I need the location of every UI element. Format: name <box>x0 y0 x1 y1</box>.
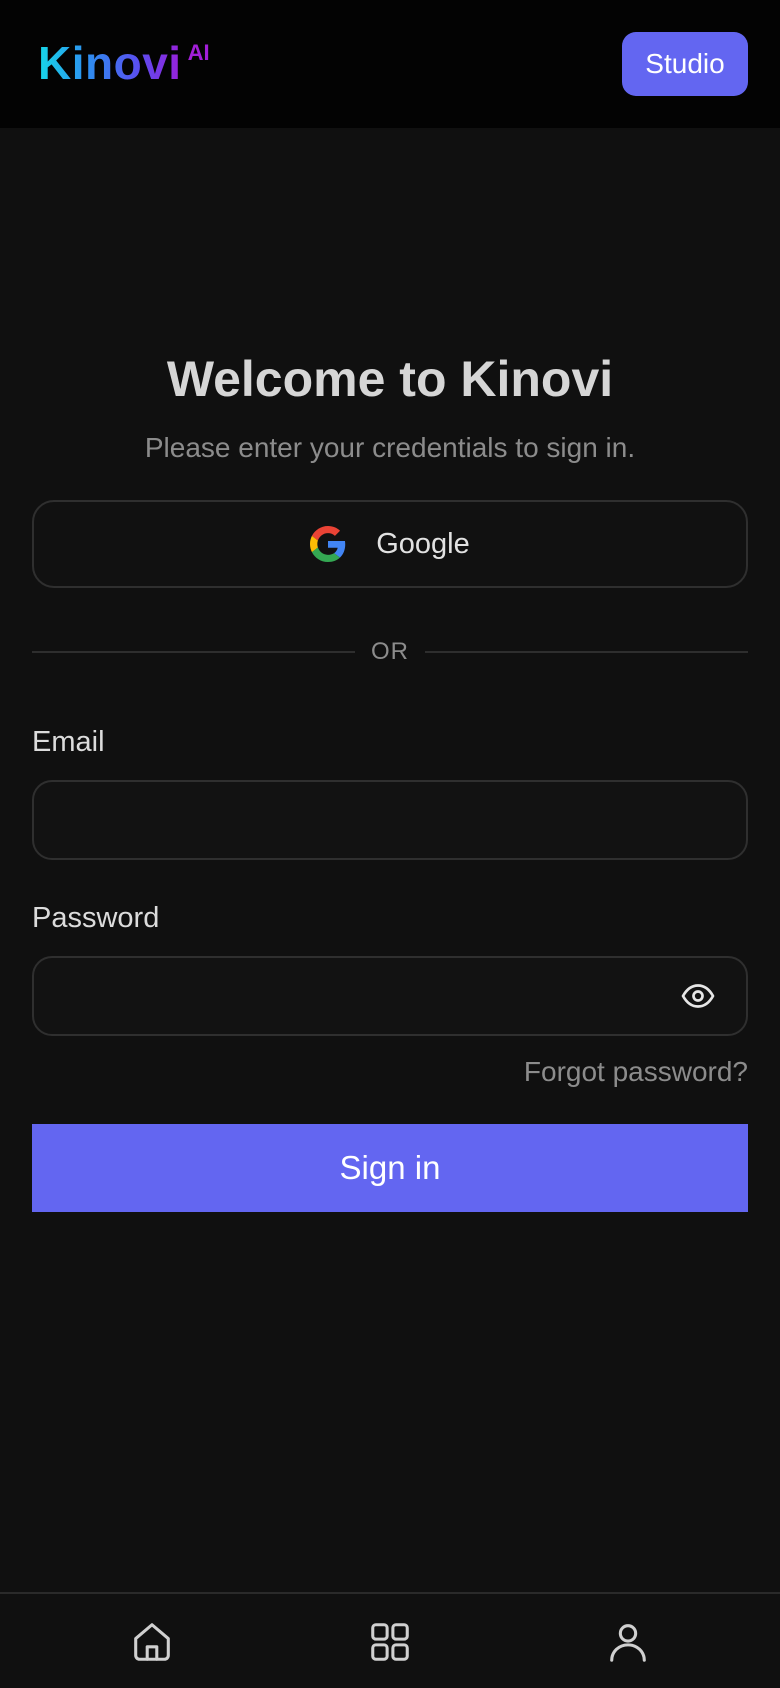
password-field-wrapper[interactable] <box>32 956 748 1036</box>
sign-in-page: Kinovi AI Studio Welcome to Kinovi Pleas… <box>0 0 780 1688</box>
user-icon <box>610 1624 646 1662</box>
email-label: Email <box>32 726 105 758</box>
nav-item-grid[interactable] <box>362 1614 418 1670</box>
kinovi-logo[interactable]: Kinovi AI <box>38 38 210 88</box>
page-subtitle: Please enter your credentials to sign in… <box>144 432 636 463</box>
grid-icon <box>371 1623 409 1661</box>
forgot-password-link[interactable]: Forgot password? <box>524 1052 748 1092</box>
divider-text: OR <box>371 638 409 665</box>
divider-line-left <box>32 651 355 653</box>
google-signin-button[interactable]: Google <box>32 500 748 588</box>
email-field-wrapper[interactable] <box>32 780 748 860</box>
page-title: Welcome to Kinovi <box>166 351 614 407</box>
google-icon <box>310 526 346 562</box>
app-header: Kinovi AI Studio <box>0 0 780 128</box>
google-button-label: Google <box>376 527 470 560</box>
home-icon <box>134 1623 170 1661</box>
or-divider: OR <box>32 632 748 672</box>
password-input[interactable] <box>58 980 672 1012</box>
nav-item-home[interactable] <box>124 1614 180 1670</box>
logo-wordmark: Kinovi <box>38 37 182 89</box>
nav-item-profile[interactable] <box>600 1614 656 1670</box>
sign-in-button[interactable]: Sign in <box>32 1124 748 1212</box>
logo-superscript: AI <box>187 40 210 65</box>
password-label: Password <box>32 902 160 934</box>
bottom-nav <box>0 1592 780 1688</box>
eye-icon[interactable] <box>680 978 716 1014</box>
divider-line-right <box>425 651 748 653</box>
email-input[interactable] <box>58 804 722 836</box>
studio-button[interactable]: Studio <box>622 32 748 96</box>
